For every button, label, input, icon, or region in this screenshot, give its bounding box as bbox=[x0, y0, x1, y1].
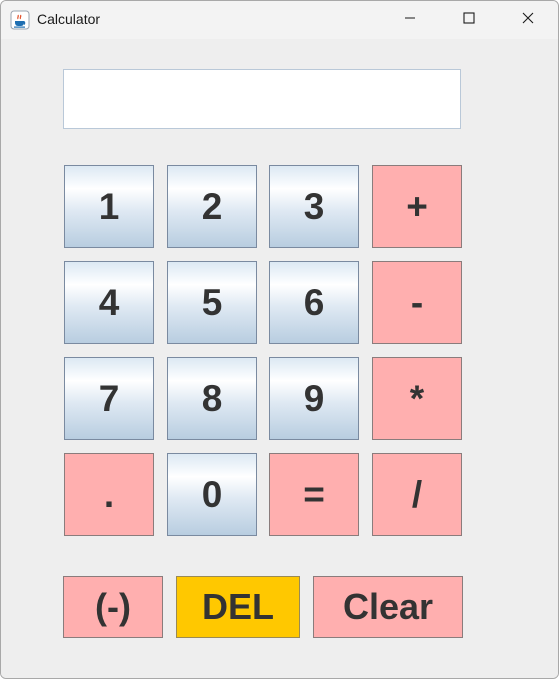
add-button[interactable]: + bbox=[372, 165, 462, 248]
title-bar[interactable]: Calculator bbox=[1, 1, 558, 39]
key-4-button[interactable]: 4 bbox=[64, 261, 154, 344]
key-5-button[interactable]: 5 bbox=[167, 261, 257, 344]
display-field[interactable] bbox=[63, 69, 461, 129]
minimize-icon bbox=[404, 11, 416, 29]
subtract-button[interactable]: - bbox=[372, 261, 462, 344]
calculator-window: Calculator 1 2 3 + 4 5 6 - 7 8 9 * . 0 =… bbox=[0, 0, 559, 679]
key-0-button[interactable]: 0 bbox=[167, 453, 257, 536]
key-7-button[interactable]: 7 bbox=[64, 357, 154, 440]
multiply-button[interactable]: * bbox=[372, 357, 462, 440]
key-6-button[interactable]: 6 bbox=[269, 261, 359, 344]
key-9-button[interactable]: 9 bbox=[269, 357, 359, 440]
maximize-icon bbox=[463, 11, 475, 29]
key-8-button[interactable]: 8 bbox=[167, 357, 257, 440]
java-cup-icon bbox=[10, 10, 30, 30]
calculator-body: 1 2 3 + 4 5 6 - 7 8 9 * . 0 = / (-) DEL … bbox=[1, 39, 558, 678]
key-1-button[interactable]: 1 bbox=[64, 165, 154, 248]
equals-button[interactable]: = bbox=[269, 453, 359, 536]
decimal-button[interactable]: . bbox=[64, 453, 154, 536]
key-2-button[interactable]: 2 bbox=[167, 165, 257, 248]
window-title: Calculator bbox=[37, 11, 101, 27]
close-button[interactable] bbox=[499, 1, 557, 39]
maximize-button[interactable] bbox=[440, 1, 498, 39]
minimize-button[interactable] bbox=[381, 1, 439, 39]
delete-button[interactable]: DEL bbox=[176, 576, 300, 638]
close-icon bbox=[522, 11, 534, 29]
divide-button[interactable]: / bbox=[372, 453, 462, 536]
negate-button[interactable]: (-) bbox=[63, 576, 163, 638]
clear-button[interactable]: Clear bbox=[313, 576, 463, 638]
key-3-button[interactable]: 3 bbox=[269, 165, 359, 248]
